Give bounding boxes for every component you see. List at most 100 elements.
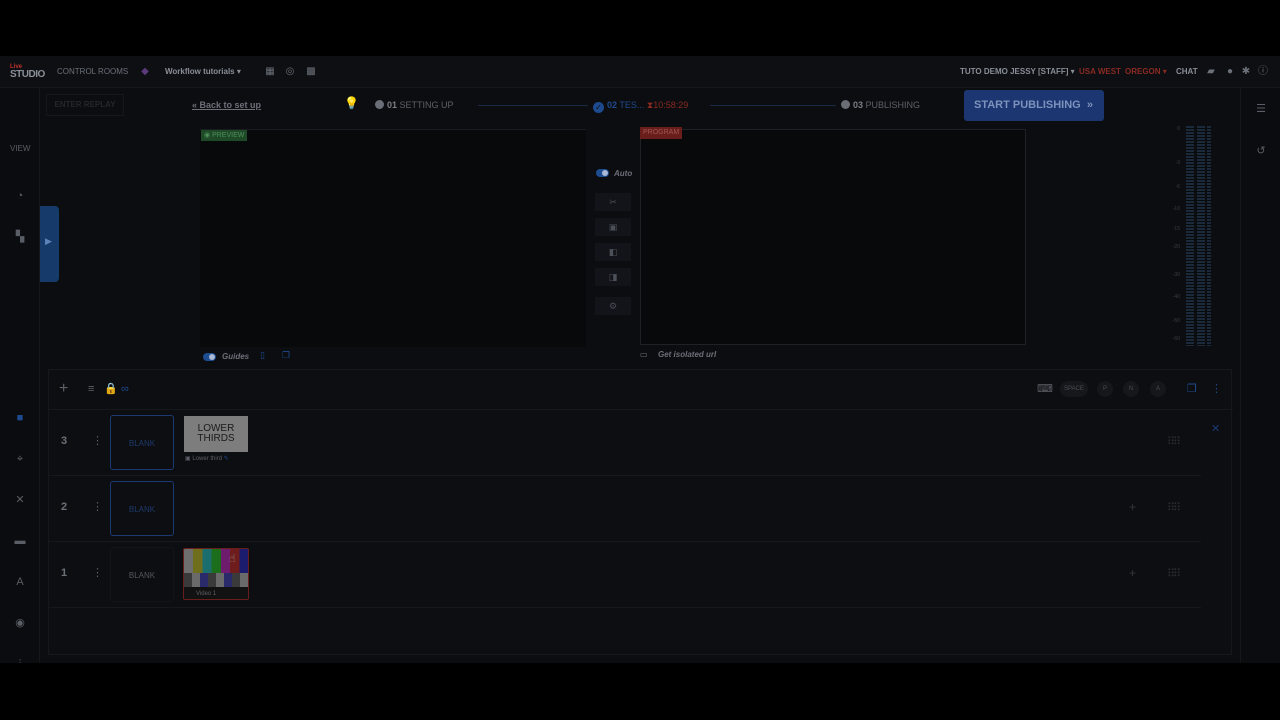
start-publishing-button[interactable]: START PUBLISHING » [964,90,1104,121]
step-setting-up[interactable]: 01 SETTING UP [375,99,454,111]
workflow-selector[interactable]: Workflow tutorials ▾ [165,67,241,77]
app-window: Live STUDIO CONTROL ROOMS ◆ Workflow tut… [0,56,1280,663]
step-publishing[interactable]: 03 PUBLISHING [841,99,920,111]
auto-label: Auto [614,169,633,178]
thumbnail-caption: Video 1 [184,587,248,599]
broadcast-icon[interactable]: ⌖ [12,451,28,467]
add-source-button[interactable]: + [1129,500,1136,514]
camera-icon[interactable]: ■ [12,410,28,426]
step-testing[interactable]: ✓ 02 TES... ⧗10:58:29 [593,99,688,113]
calendar-icon[interactable]: ▦ [264,66,276,78]
drag-handle-icon[interactable]: ⠿⠿ [1167,435,1181,448]
enter-replay-button[interactable]: ENTER REPLAY [46,94,124,116]
meter-label: -30 [1172,272,1180,278]
step-timer: ⧗10:58:29 [646,100,689,110]
shortcut-n[interactable]: N [1123,381,1139,397]
align-icon[interactable]: ≡ [88,382,94,396]
sliders-icon[interactable]: ⫶ [12,656,28,663]
layer-menu-icon[interactable]: ⋮ [92,566,103,579]
blank-source[interactable]: BLANK [110,481,174,536]
expand-panel-handle[interactable]: ▶ [40,206,59,282]
shortcut-a[interactable]: A [1150,381,1166,397]
room-badge-icon: ◆ [141,66,149,77]
fade-transition-icon[interactable]: ▣ [595,218,631,236]
meter-label: -6 [1175,184,1180,190]
dashboard-icon[interactable]: ◔ [12,188,28,204]
layer-number: 1 [61,567,68,579]
mobile-icon[interactable]: ▯ [260,350,265,361]
layers-icon[interactable]: ❐ [282,350,290,361]
lock-icon[interactable]: 🔒 [104,382,118,396]
left-rail: VIEW ◔ ▚ ■ ⌖ ✕ ▬ A ◉ ⫶ [0,88,40,663]
logo-bottom: STUDIO [10,69,45,80]
video-source-thumbnail[interactable]: Video 1 [183,548,249,600]
color-bars [184,549,248,573]
shortcut-space[interactable]: SPACE [1060,381,1088,397]
layout-grid-icon[interactable]: ▚ [12,229,28,245]
hand-cursor-icon: ☝ [229,553,236,565]
wipe-transition-icon[interactable]: ◧ [595,243,631,261]
link-icon[interactable]: ∞ [121,382,129,396]
audio-meter: 0 -3 -6 -10 -15 -20 -30 -40 -50 -60 [1170,126,1220,346]
more-vertical-icon[interactable]: ⋮ [1211,382,1222,396]
control-rooms-link[interactable]: CONTROL ROOMS [57,67,128,77]
meter-label: -3 [1175,160,1180,166]
program-monitor[interactable] [640,129,1026,345]
keyboard-icon[interactable]: ⌨ [1037,382,1053,396]
drag-handle-icon[interactable]: ⠿⠿ [1167,501,1181,514]
close-icon[interactable]: ✕ [1211,422,1220,435]
layer-row: 1 ⋮ BLANK Video 1 ☝ + ⠿⠿ [49,542,1201,608]
meter-bar-right [1197,126,1205,346]
back-to-setup-link[interactable]: « Back to set up [192,100,261,110]
auto-toggle[interactable] [596,169,609,177]
zone-selector[interactable]: OREGON ▾ [1125,67,1167,77]
right-rail: ☰ ↺ [1240,88,1280,663]
audio-icon[interactable]: ◉ [12,615,28,631]
duplicate-icon[interactable]: ❐ [1187,382,1197,396]
shortcut-p[interactable]: P [1097,381,1113,397]
meter-label: 0 [1177,126,1180,132]
text-icon[interactable]: A [12,574,28,590]
thumbnail-caption: ▣ Lower third ✎ [185,456,229,462]
info-icon[interactable]: ⓘ [1257,66,1269,78]
user-menu[interactable]: TUTO DEMO JESSY [STAFF] ▾ [960,67,1075,77]
step-connector [478,105,588,106]
lower-thirds-thumbnail[interactable]: LOWER THIRDS [184,416,248,452]
edit-icon[interactable]: ✎ [224,456,229,462]
chat-label[interactable]: CHAT [1176,67,1198,77]
chevron-right-icon: ▶ [45,236,52,246]
layer-menu-icon[interactable]: ⋮ [92,500,103,513]
top-bar: Live STUDIO CONTROL ROOMS ◆ Workflow tut… [0,56,1280,88]
preview-tag: ◉ PREVIEW [201,130,248,141]
meter-label: -15 [1172,226,1180,232]
support-icon[interactable]: ◎ [284,66,296,78]
guides-toggle[interactable] [203,353,216,361]
layer-row: 2 ⋮ BLANK + ⠿⠿ [49,476,1201,542]
tools-icon[interactable]: ✕ [12,492,28,508]
meter-label: -60 [1172,336,1180,342]
drag-handle-icon[interactable]: ⠿⠿ [1167,567,1181,580]
blank-source[interactable]: BLANK [110,415,174,470]
chat-icon[interactable]: ▰ [1205,66,1217,78]
transition-settings-icon[interactable]: ⚙ [595,297,631,315]
meter-label: -20 [1172,244,1180,250]
panel-icon[interactable]: ☰ [1253,101,1269,117]
user-icon[interactable]: ● [1224,66,1236,78]
layer-number: 3 [61,435,68,447]
monitor-icon: ▭ [640,350,648,359]
region-label: USA WEST [1079,67,1121,76]
history-icon[interactable]: ↺ [1253,143,1269,159]
comment-icon[interactable]: ▬ [12,533,28,549]
get-isolated-url-link[interactable]: Get isolated url [658,350,716,359]
layer-menu-icon[interactable]: ⋮ [92,434,103,447]
app-logo[interactable]: Live STUDIO [10,64,46,82]
add-layer-button[interactable]: + [59,381,68,397]
preview-monitor[interactable] [200,129,586,347]
stinger-transition-icon[interactable]: ◨ [595,268,631,286]
lightbulb-icon[interactable]: 💡 [344,96,359,110]
cut-transition-icon[interactable]: ✂ [595,193,631,211]
multiview-icon[interactable]: ▩ [305,66,317,78]
add-source-button[interactable]: + [1129,566,1136,580]
gear-icon[interactable]: ✱ [1240,66,1252,78]
blank-source[interactable]: BLANK [110,547,174,602]
